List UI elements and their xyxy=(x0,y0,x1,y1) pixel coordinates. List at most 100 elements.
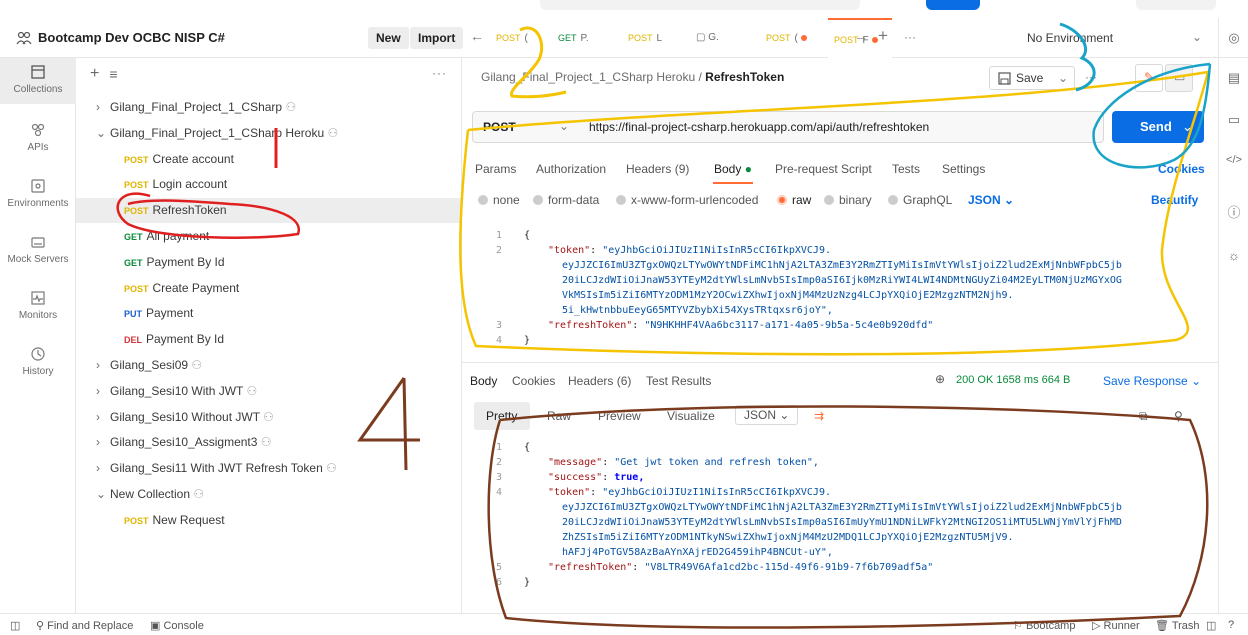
new-button[interactable]: New xyxy=(368,27,409,49)
lightbulb-icon[interactable]: ☼ xyxy=(1226,248,1242,264)
collection-item[interactable]: › Gilang_Final_Project_1_CSharp ⚇ xyxy=(76,95,462,120)
import-button[interactable]: Import xyxy=(410,27,464,49)
tab-settings[interactable]: Settings xyxy=(942,162,985,176)
tab-body[interactable]: Body ● xyxy=(714,162,752,176)
console-button[interactable]: ▣ Console xyxy=(150,619,204,632)
trash-button[interactable]: 🗑 Trash xyxy=(1155,619,1200,632)
save-response-button[interactable]: Save Response ⌄ xyxy=(1103,374,1201,388)
info-icon[interactable]: ⓘ xyxy=(1226,202,1242,220)
view-preview[interactable]: Preview xyxy=(598,409,641,423)
cookies-link[interactable]: Cookies xyxy=(1158,162,1205,176)
radio-binary[interactable]: binary xyxy=(824,193,872,207)
globe-icon[interactable]: ⊕ xyxy=(935,372,945,386)
runner-button[interactable]: ▷ Runner xyxy=(1092,619,1140,632)
more-options-icon[interactable]: ··· xyxy=(432,66,447,80)
tab-more-icon[interactable]: ··· xyxy=(904,30,916,44)
chevron-down-icon[interactable]: ⌄ xyxy=(96,121,110,146)
breadcrumb-parent[interactable]: Gilang_Final_Project_1_CSharp Heroku xyxy=(481,70,695,84)
code-icon[interactable]: </> xyxy=(1226,154,1242,170)
save-button[interactable]: Save ⌄ xyxy=(989,66,1075,90)
response-tab-headers[interactable]: Headers (6) xyxy=(568,374,631,388)
wrap-lines-icon[interactable]: ⇉ xyxy=(814,409,824,423)
send-button[interactable]: Send ⌄ xyxy=(1112,111,1204,143)
request-item[interactable]: DEL Payment By Id xyxy=(76,327,462,352)
method-chevron-icon[interactable]: ⌄ xyxy=(559,119,569,133)
view-pretty[interactable]: Pretty xyxy=(486,409,517,423)
tab-params[interactable]: Params xyxy=(475,162,516,176)
request-item[interactable]: POST Login account xyxy=(76,172,462,197)
help-icon[interactable]: ? xyxy=(1228,619,1234,631)
chevron-right-icon[interactable]: › xyxy=(96,353,110,378)
filter-icon[interactable]: ≡ xyxy=(109,66,117,82)
comments-button[interactable]: ▭ xyxy=(1165,64,1193,92)
rail-monitors[interactable]: Monitors xyxy=(0,284,76,330)
collection-item[interactable]: › Gilang_Sesi10 With JWT ⚇ xyxy=(76,379,462,404)
url-input[interactable]: https://final-project-csharp.herokuapp.c… xyxy=(589,120,929,134)
request-more-icon[interactable]: ··· xyxy=(1085,70,1097,84)
rail-environments[interactable]: Environments xyxy=(0,172,76,218)
new-tab-icon[interactable]: + xyxy=(878,26,888,46)
rail-mock-servers[interactable]: Mock Servers xyxy=(0,228,76,274)
toggle-sidebar-icon[interactable]: ◫ xyxy=(10,619,20,632)
copy-icon[interactable]: ⧉ xyxy=(1139,409,1148,424)
request-item[interactable]: GET All payment xyxy=(76,224,462,249)
view-visualize[interactable]: Visualize xyxy=(667,409,715,423)
response-body-viewer[interactable]: 1 {2 "message": "Get jwt token and refresh… xyxy=(472,438,1216,608)
environment-select[interactable]: No Environment xyxy=(1027,31,1113,45)
add-collection-icon[interactable]: + xyxy=(90,65,99,83)
workspace-name[interactable]: Bootcamp Dev OCBC NISP C# xyxy=(38,30,225,45)
rail-collections[interactable]: Collections xyxy=(0,58,76,104)
two-pane-icon[interactable]: ◫ xyxy=(1206,619,1216,632)
rail-history[interactable]: History xyxy=(0,340,76,386)
rail-apis[interactable]: APIs xyxy=(0,116,76,162)
tab-authorization[interactable]: Authorization xyxy=(536,162,606,176)
top-invite-button[interactable] xyxy=(926,0,980,10)
eye-icon[interactable]: ◎ xyxy=(1226,30,1242,46)
chevron-right-icon[interactable]: › xyxy=(96,430,110,455)
collection-item[interactable]: › Gilang_Sesi10_Assigment3 ⚇ xyxy=(76,430,462,455)
request-item[interactable]: POST Create account xyxy=(76,147,462,172)
request-item[interactable]: PUT Payment xyxy=(76,301,462,326)
collection-item[interactable]: › Gilang_Sesi09 ⚇ xyxy=(76,353,462,378)
collection-item[interactable]: › Gilang_Sesi11 With JWT Refresh Token ⚇ xyxy=(76,456,462,481)
chevron-right-icon[interactable]: › xyxy=(96,379,110,404)
request-item[interactable]: POST RefreshToken xyxy=(76,198,462,224)
breadcrumb-current[interactable]: RefreshToken xyxy=(705,70,784,84)
tab-forward-icon[interactable]: → xyxy=(854,28,868,44)
body-format-select[interactable]: JSON ⌄ xyxy=(968,193,1014,207)
view-raw[interactable]: Raw xyxy=(547,409,571,423)
collection-item[interactable]: ⌄ Gilang_Final_Project_1_CSharp Heroku ⚇ xyxy=(76,121,462,146)
chevron-right-icon[interactable]: › xyxy=(96,95,110,120)
tab-headers[interactable]: Headers (9) xyxy=(626,162,689,176)
chevron-right-icon[interactable]: › xyxy=(96,456,110,481)
chevron-down-icon[interactable]: ⌄ xyxy=(96,482,110,507)
tab-back-icon[interactable]: ← xyxy=(470,28,484,44)
radio-none[interactable]: none xyxy=(478,193,520,207)
edit-button[interactable]: ✎ xyxy=(1135,64,1163,92)
bootcamp-button[interactable]: ⚐ Bootcamp xyxy=(1013,619,1075,632)
comments-icon[interactable]: ▭ xyxy=(1226,112,1242,128)
response-tab-test-results[interactable]: Test Results xyxy=(646,374,711,388)
response-tab-body[interactable]: Body xyxy=(470,374,497,388)
save-chevron-icon[interactable]: ⌄ xyxy=(1058,67,1068,89)
tab-tests[interactable]: Tests xyxy=(892,162,920,176)
radio-form-data[interactable]: form-data xyxy=(533,193,599,207)
request-item[interactable]: POST Create Payment xyxy=(76,276,462,301)
documentation-icon[interactable]: ▤ xyxy=(1226,70,1242,86)
collection-item[interactable]: ⌄ New Collection ⚇ xyxy=(76,482,462,507)
beautify-link[interactable]: Beautify xyxy=(1151,193,1198,207)
method-select[interactable]: POST xyxy=(483,120,516,134)
environment-chevron-icon[interactable]: ⌄ xyxy=(1192,30,1202,44)
pane-divider[interactable] xyxy=(462,362,1218,363)
request-item[interactable]: GET Payment By Id xyxy=(76,250,462,275)
radio-raw[interactable]: raw xyxy=(777,193,811,207)
collection-item[interactable]: › Gilang_Sesi10 Without JWT ⚇ xyxy=(76,405,462,430)
response-tab-cookies[interactable]: Cookies xyxy=(512,374,555,388)
radio-graphql[interactable]: GraphQL xyxy=(888,193,952,207)
response-format-select[interactable]: JSON ⌄ xyxy=(735,405,799,425)
search-icon[interactable]: ⚲ xyxy=(1174,409,1183,423)
tab-pre-request-script[interactable]: Pre-request Script xyxy=(775,162,872,176)
request-body-editor[interactable]: 1 {2 "token": "eyJhbGciOiJIUzI1NiIsInR5cCI… xyxy=(472,226,1216,356)
chevron-right-icon[interactable]: › xyxy=(96,405,110,430)
radio-x-www-form-urlencoded[interactable]: x-www-form-urlencoded xyxy=(616,193,758,207)
